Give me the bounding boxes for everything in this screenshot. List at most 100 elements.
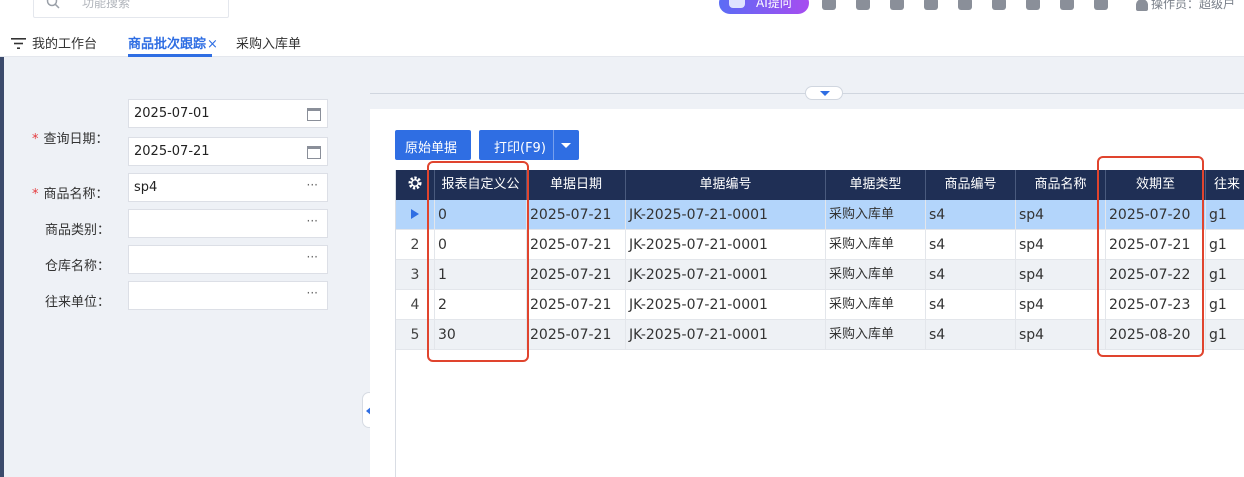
table-row[interactable]: 4 2 2025-07-21 JK-2025-07-21-0001 采购入库单 s4 sp4… [396,290,1244,320]
print-button[interactable]: 打印(F9) [479,130,579,160]
category-field[interactable]: ··· [128,209,328,238]
cell-no: JK-2025-07-21-0001 [626,230,826,260]
more-icon[interactable]: ··· [307,286,318,300]
button-label: 原始单据 [405,141,458,156]
message-icon[interactable] [822,0,836,10]
tab-purchase-inbound[interactable]: 采购入库单 [236,33,301,52]
query-date-label: * 查询日期： [32,128,109,147]
warehouse-field[interactable]: ··· [128,245,328,274]
cell-date: 2025-07-21 [527,290,626,320]
filter-panel: * 查询日期： 2025-07-01 2025-07-21 * 商品名称： sp4 … [4,57,356,477]
cell-code: s4 [926,200,1016,230]
more-icon[interactable]: ··· [307,214,318,228]
refresh-icon[interactable] [1060,0,1074,10]
cell-custom: 30 [435,320,527,350]
document-icon[interactable] [1026,0,1040,10]
operator-info[interactable]: 操作员：超级户 [1136,0,1235,12]
close-tab-icon[interactable]: × [207,37,218,52]
menu-icon [11,38,26,49]
cell-type: 采购入库单 [826,200,926,230]
button-divider [553,130,554,160]
table-row[interactable]: 3 1 2025-07-21 JK-2025-07-21-0001 采购入库单 s4 sp4… [396,260,1244,290]
help-icon[interactable] [992,0,1006,10]
cell-date: 2025-07-21 [527,200,626,230]
cell-expire: 2025-07-22 [1106,260,1206,290]
date-from-value: 2025-07-01 [134,106,210,121]
cell-no: JK-2025-07-21-0001 [626,200,826,230]
product-name-text: 商品名称： [43,187,109,202]
tab-label: 采购入库单 [236,37,302,52]
more-icon[interactable]: ··· [307,250,318,264]
original-document-button[interactable]: 原始单据 [395,130,471,160]
table-row[interactable]: 5 30 2025-07-21 JK-2025-07-21-0001 采购入库单 s4 sp… [396,320,1244,350]
calendar-icon[interactable] [307,108,321,121]
tab-bar: 我的工作台 商品批次跟踪× 采购入库单 [0,22,1244,57]
robot-icon [729,0,745,8]
column-header[interactable]: 单据类型 [826,170,926,200]
required-mark: * [32,187,39,202]
bell-icon[interactable] [924,0,938,10]
top-header: 功能搜索 AI提问 操作员：超级户 [0,0,1244,22]
cell-code: s4 [926,260,1016,290]
cell-type: 采购入库单 [826,230,926,260]
column-header[interactable]: 报表自定义公 [435,170,527,200]
function-search-input[interactable]: 功能搜索 [33,0,229,18]
cell-idx: 5 [396,320,435,350]
cell-expire: 2025-07-20 [1106,200,1206,230]
batch-grid: 报表自定义公 单据日期 单据编号 单据类型 商品编号 商品名称 效期至 往来 0… [395,170,1244,477]
column-header[interactable]: 往来 [1206,170,1244,200]
partner-label: 往来单位： [45,295,111,310]
operator-label: 操作员：超级户 [1151,0,1236,11]
partner-field[interactable]: ··· [128,281,328,310]
column-header[interactable]: 商品编号 [926,170,1016,200]
cell-date: 2025-07-21 [527,320,626,350]
tab-workbench[interactable]: 我的工作台 [11,33,97,52]
date-to-value: 2025-07-21 [134,144,210,159]
expand-filter-handle[interactable] [805,86,843,100]
circle-icon[interactable] [890,0,904,10]
cell-partner: g1 [1209,207,1227,223]
date-from-field[interactable]: 2025-07-01 [128,99,328,128]
cell-idx: 3 [396,260,435,290]
cell-type: 采购入库单 [826,260,926,290]
cell-date: 2025-07-21 [527,230,626,260]
cell-type: 采购入库单 [826,290,926,320]
cell-type: 采购入库单 [826,320,926,350]
column-header[interactable]: 效期至 [1106,170,1206,200]
cell-idx: 4 [396,290,435,320]
cell-custom: 0 [435,200,527,230]
date-to-field[interactable]: 2025-07-21 [128,137,328,166]
product-name-field[interactable]: sp4 ··· [128,173,328,202]
calendar-icon[interactable] [307,146,321,159]
column-header[interactable]: 单据日期 [527,170,626,200]
product-name-value: sp4 [134,180,158,195]
home-icon[interactable] [958,0,972,10]
cell-code: s4 [926,320,1016,350]
shield-icon[interactable] [856,0,870,10]
gear-icon [408,176,422,190]
ai-ask-label: AI提问 [756,0,792,10]
tab-label: 商品批次跟踪 [128,37,207,52]
tab-label: 我的工作台 [32,37,98,52]
table-row[interactable]: 2 0 2025-07-21 JK-2025-07-21-0001 采购入库单 s4 sp4… [396,230,1244,260]
header-toolbar-icons [822,0,1128,12]
phone-icon[interactable] [1094,0,1108,10]
cell-name: sp4 [1016,320,1106,350]
cell-partner: g1 [1209,327,1227,343]
required-mark: * [32,132,39,147]
cell-partner: g1 [1209,237,1227,253]
cell-date: 2025-07-21 [527,260,626,290]
caret-down-icon[interactable] [561,143,571,148]
cell-name: sp4 [1016,200,1106,230]
column-settings[interactable] [396,170,435,200]
column-header[interactable]: 单据编号 [626,170,826,200]
more-icon[interactable]: ··· [307,178,318,192]
tab-batch-tracking[interactable]: 商品批次跟踪× [128,33,218,57]
table-row[interactable]: 0 2025-07-21 JK-2025-07-21-0001 采购入库单 s4 sp4 2… [396,200,1244,230]
cell-custom: 0 [435,230,527,260]
cell-partner: g1 [1209,297,1227,313]
ai-ask-button[interactable]: AI提问 [719,0,809,14]
column-header[interactable]: 商品名称 [1016,170,1106,200]
cell-name: sp4 [1016,290,1106,320]
cell-partner: g1 [1209,267,1227,283]
